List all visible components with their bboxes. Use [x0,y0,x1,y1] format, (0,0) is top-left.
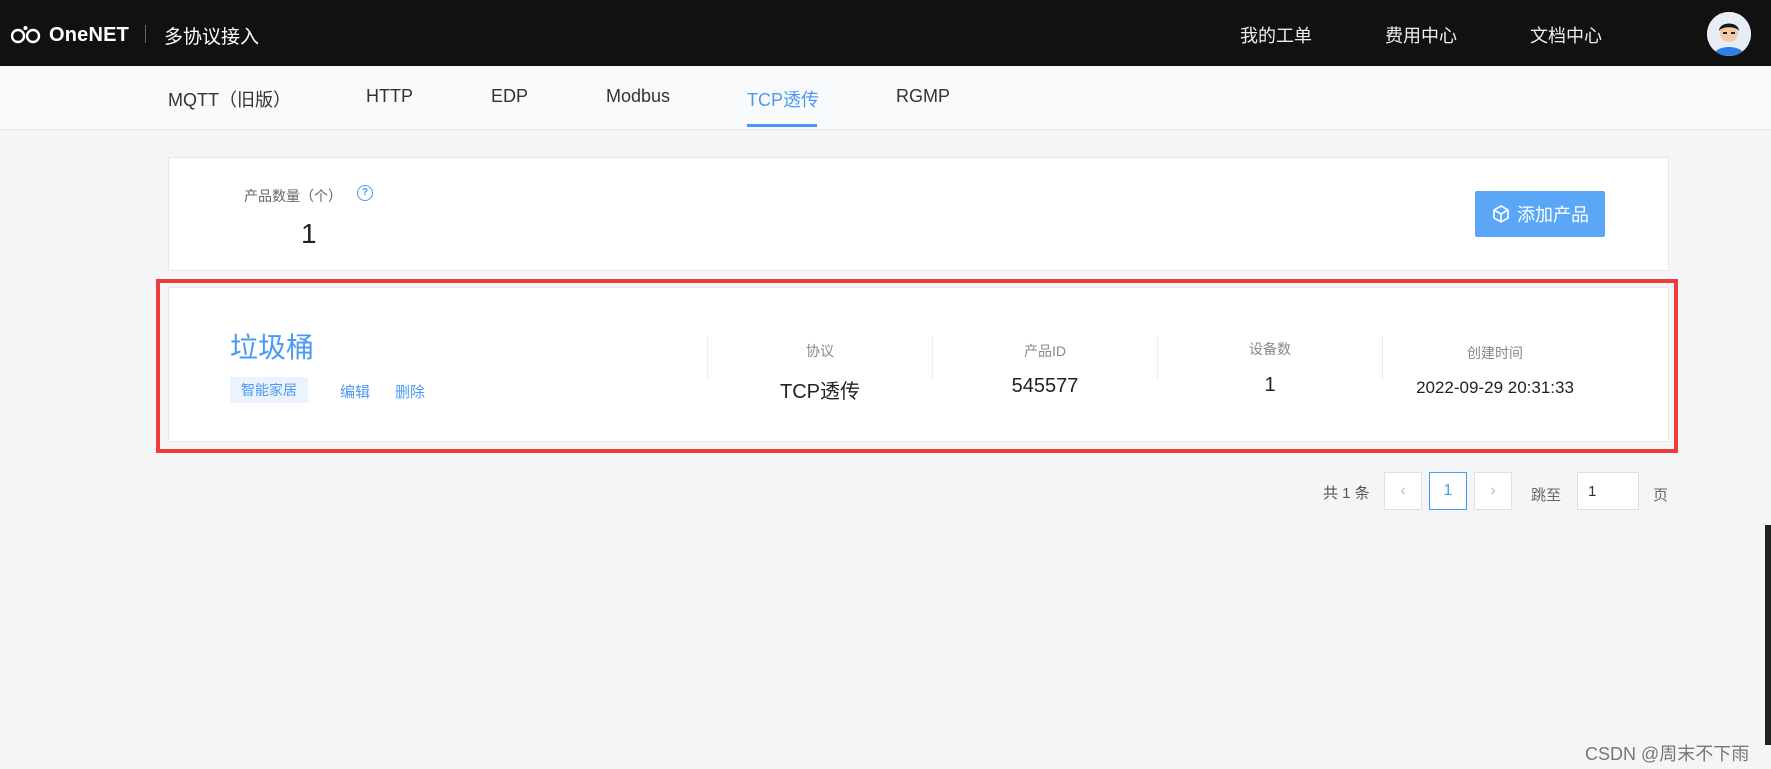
protocol-tabs: MQTT（旧版） HTTP EDP Modbus TCP透传 RGMP [0,66,1771,130]
onenet-logo[interactable]: OneNET [11,24,129,46]
user-avatar[interactable] [1707,12,1751,56]
top-navbar: OneNET 多协议接入 我的工单 费用中心 文档中心 [0,0,1771,66]
app-title: 多协议接入 [164,27,260,48]
nav-billing-center[interactable]: 费用中心 [1385,22,1457,48]
pagination-total: 共 1 条 [1323,485,1370,502]
page-scrollbar[interactable] [1765,525,1771,745]
tab-edp[interactable]: EDP [491,86,528,107]
tab-rgmp[interactable]: RGMP [896,86,950,107]
tab-modbus[interactable]: Modbus [606,86,670,107]
add-product-label: 添加产品 [1517,205,1589,225]
watermark: CSDN @周末不下雨 [1585,744,1750,764]
next-page-button[interactable]: › [1474,472,1512,510]
highlight-box [156,279,1678,453]
jump-to-page-input[interactable] [1577,472,1639,510]
help-icon[interactable]: ? [357,185,373,201]
page-number-button[interactable]: 1 [1429,472,1467,510]
nav-my-tickets[interactable]: 我的工单 [1240,22,1312,48]
tab-mqtt-legacy[interactable]: MQTT（旧版） [168,86,291,112]
product-count-value: 1 [301,218,317,249]
product-summary-card: 产品数量（个） ? 1 添加产品 [168,157,1669,271]
jump-to-label: 跳至 [1531,487,1562,504]
page-unit-label: 页 [1653,487,1669,504]
add-product-button[interactable]: 添加产品 [1475,191,1605,237]
logo-text: OneNET [49,23,130,46]
onenet-logo-icon [11,26,41,44]
nav-docs-center[interactable]: 文档中心 [1530,22,1602,48]
prev-page-button[interactable]: ‹ [1384,472,1422,510]
tab-http[interactable]: HTTP [366,86,413,107]
tab-tcp-passthrough[interactable]: TCP透传 [747,86,819,112]
avatar-icon [1707,12,1751,56]
chevron-left-icon: ‹ [1400,482,1406,499]
product-count-label: 产品数量（个） [244,188,342,204]
active-tab-indicator [747,124,817,127]
chevron-right-icon: › [1490,482,1496,499]
logo-divider [145,25,146,43]
cube-icon [1493,205,1509,223]
